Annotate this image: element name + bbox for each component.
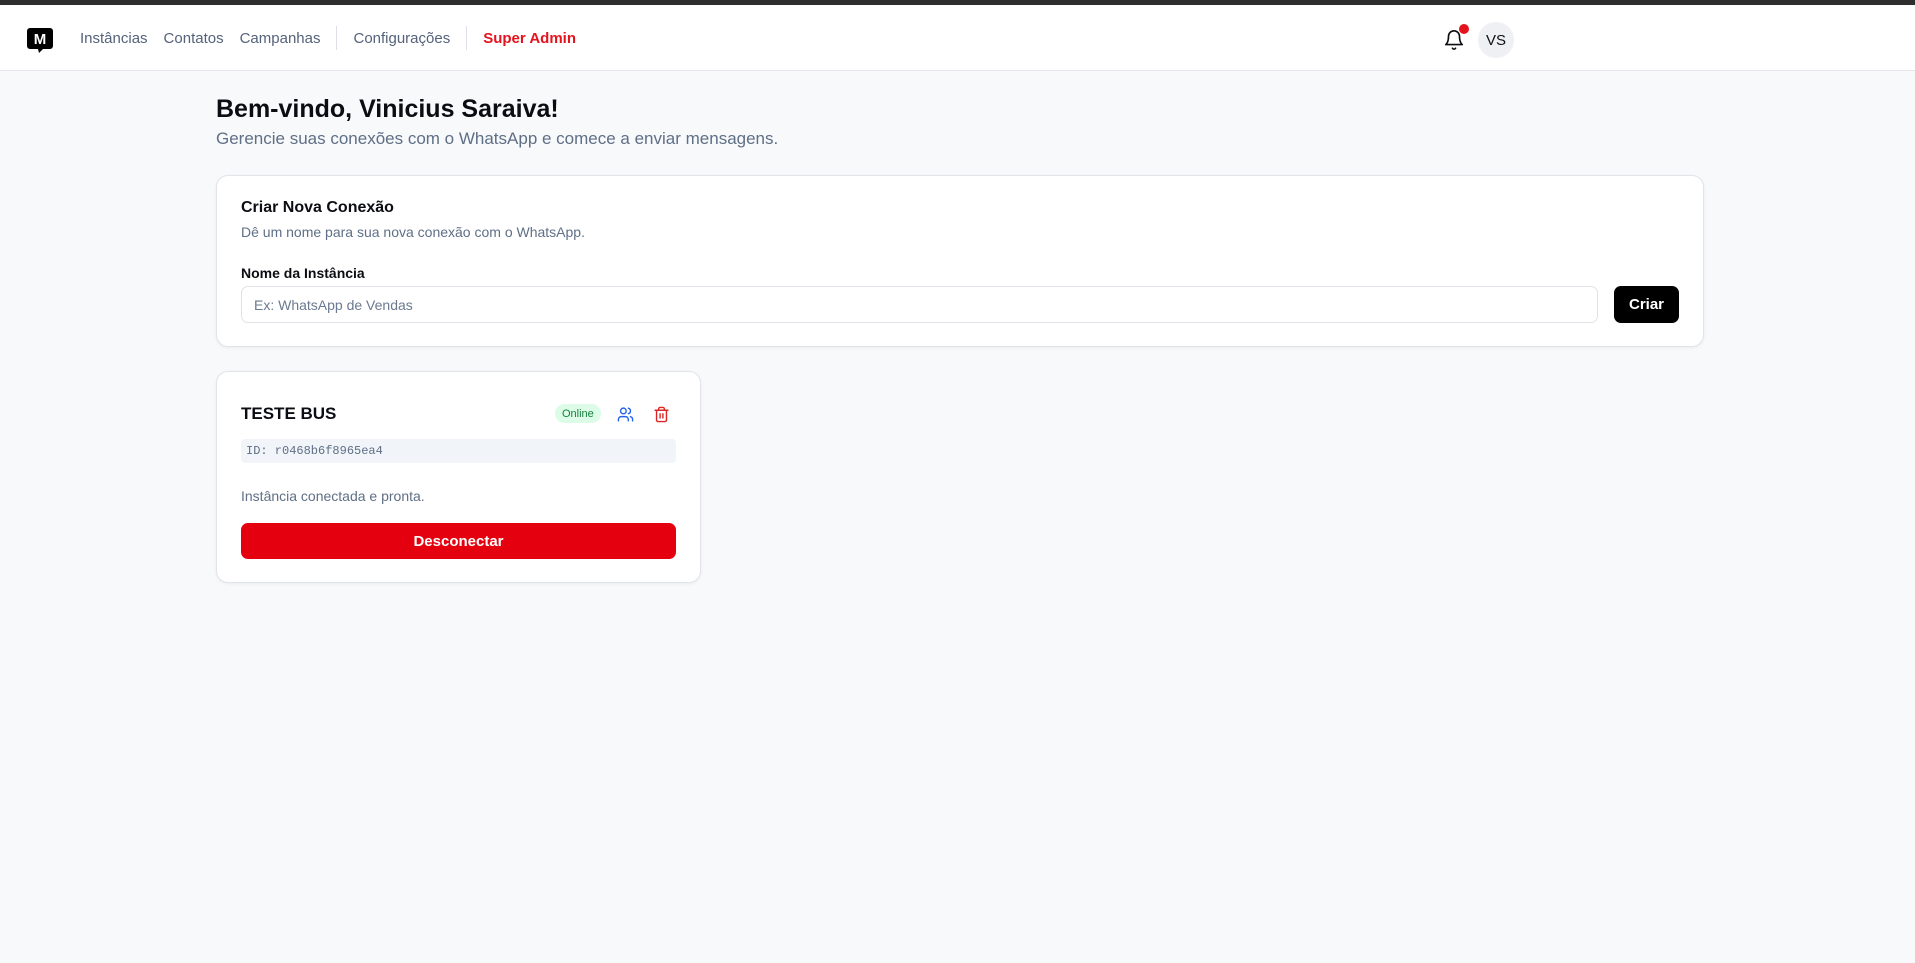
users-icon	[617, 406, 633, 422]
instance-card: TESTE BUS Online ID: r0468b6f8965ea4 Ins…	[216, 371, 701, 583]
manage-users-button[interactable]	[612, 401, 638, 427]
trash-icon	[653, 406, 669, 422]
nav-link-contatos[interactable]: Contatos	[164, 30, 224, 47]
nav-link-configuracoes[interactable]: Configurações	[353, 30, 450, 47]
main-nav: Instâncias Contatos Campanhas Configuraç…	[80, 5, 592, 71]
disconnect-button[interactable]: Desconectar	[241, 523, 676, 559]
instance-name-input[interactable]	[241, 286, 1598, 323]
create-connection-title: Criar Nova Conexão	[241, 199, 394, 216]
page-title: Bem-vindo, Vinicius Saraiva!	[216, 95, 559, 123]
notification-dot	[1459, 24, 1469, 34]
avatar[interactable]: VS	[1478, 22, 1514, 58]
create-connection-card: Criar Nova Conexão Dê um nome para sua n…	[216, 175, 1704, 347]
navbar: M Instâncias Contatos Campanhas Configur…	[0, 5, 1915, 71]
instance-name-label: Nome da Instância	[241, 265, 365, 281]
logo-letter: M	[34, 31, 47, 48]
instance-name: TESTE BUS	[241, 404, 337, 423]
nav-link-super-admin[interactable]: Super Admin	[483, 30, 576, 47]
delete-instance-button[interactable]	[648, 401, 674, 427]
status-badge: Online	[555, 404, 601, 423]
nav-divider	[336, 26, 338, 50]
nav-link-campanhas[interactable]: Campanhas	[240, 30, 321, 47]
nav-divider	[466, 26, 468, 50]
nav-link-instancias[interactable]: Instâncias	[80, 30, 148, 47]
m-chat-bubble-icon[interactable]: M	[26, 26, 54, 54]
create-connection-description: Dê um nome para sua nova conexão com o W…	[241, 224, 585, 240]
instance-status-message: Instância conectada e pronta.	[241, 488, 425, 504]
instance-id: ID: r0468b6f8965ea4	[241, 439, 676, 463]
page-subtitle: Gerencie suas conexões com o WhatsApp e …	[216, 129, 779, 148]
create-button[interactable]: Criar	[1614, 286, 1679, 323]
